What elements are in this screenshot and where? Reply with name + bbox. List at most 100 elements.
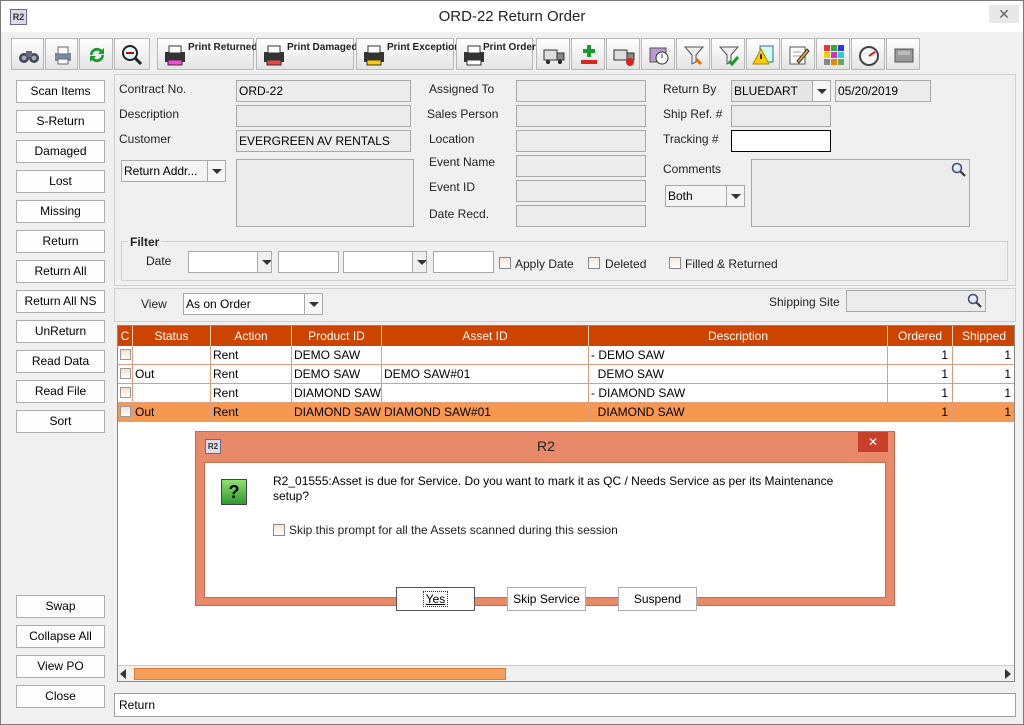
date-recd-field[interactable]	[516, 205, 646, 227]
grid-button[interactable]	[816, 38, 850, 70]
table-row[interactable]: Out Rent DEMO SAW DEMO SAW#01 DEMO SAW 1 1	[118, 365, 1014, 384]
side-button-swap[interactable]: Swap	[16, 595, 105, 618]
return-by-select[interactable]: BLUEDART	[731, 80, 831, 102]
clock-button[interactable]	[641, 38, 675, 70]
column-header[interactable]: C	[118, 326, 133, 346]
refresh-button[interactable]	[79, 38, 113, 70]
scroll-right-icon[interactable]	[1005, 669, 1011, 679]
tracking-field[interactable]	[731, 130, 831, 152]
side-button-close[interactable]: Close	[16, 685, 105, 708]
deleted-checkbox[interactable]	[588, 257, 600, 269]
date-from-select[interactable]	[188, 251, 272, 273]
ship-ref-field[interactable]	[731, 105, 831, 127]
side-button-sort[interactable]: Sort	[16, 410, 105, 433]
return-by-date-field[interactable]: 05/20/2019	[835, 80, 931, 102]
column-header[interactable]: Shipped	[953, 326, 1014, 346]
print-order-list-button[interactable]: Print Order List	[456, 38, 556, 70]
cell-desc: DIAMOND SAW	[589, 403, 888, 422]
row-checkbox[interactable]	[120, 387, 131, 398]
zoom-button[interactable]	[114, 38, 150, 70]
customer-field[interactable]: EVERGREEN AV RENTALS	[236, 130, 411, 152]
location-label: Location	[429, 132, 475, 146]
filter-check-button[interactable]	[711, 38, 745, 70]
return-address-box[interactable]	[236, 159, 414, 227]
dialog-close-button[interactable]: ✕	[858, 432, 888, 452]
table-row[interactable]: Out Rent DIAMOND SAW DIAMOND SAW#01 DIAMOND…	[118, 403, 1014, 422]
column-header[interactable]: Status	[133, 326, 211, 346]
table-row[interactable]: Rent DEMO SAW - DEMO SAW 1 1	[118, 346, 1014, 365]
sales-person-field[interactable]	[516, 105, 646, 127]
side-button-return-all[interactable]: Return All	[16, 260, 105, 283]
skip-prompt-checkbox[interactable]	[273, 524, 285, 536]
comments-box[interactable]	[751, 159, 970, 227]
event-id-field[interactable]	[516, 180, 646, 202]
row-checkbox[interactable]	[120, 349, 131, 360]
time-to-field[interactable]	[433, 251, 494, 273]
view-select[interactable]: As on Order	[183, 293, 323, 315]
side-button-return-all-ns[interactable]: Return All NS	[16, 290, 105, 313]
dialog-message: R2_01555:Asset is due for Service. Do yo…	[273, 474, 834, 503]
contract-field[interactable]: ORD-22	[236, 80, 411, 102]
warning-button[interactable]	[746, 38, 780, 70]
suspend-button[interactable]: Suspend	[618, 587, 697, 611]
search-icon[interactable]	[951, 162, 967, 178]
apply-date-checkbox[interactable]	[499, 257, 511, 269]
gauge-button[interactable]	[851, 38, 885, 70]
side-button-scan-items[interactable]: Scan Items	[16, 80, 105, 103]
window-title: ORD-22 Return Order	[438, 8, 586, 25]
column-header[interactable]: Product ID	[292, 326, 382, 346]
scroll-thumb[interactable]	[134, 668, 506, 680]
date-to-select[interactable]	[343, 251, 427, 273]
truck-alert-button[interactable]	[606, 38, 640, 70]
comments-scope-select[interactable]: Both	[665, 185, 745, 207]
column-header[interactable]: Ordered	[888, 326, 953, 346]
funnel-button[interactable]	[676, 38, 710, 70]
side-button-read-data[interactable]: Read Data	[16, 350, 105, 373]
side-button-collapse-all[interactable]: Collapse All	[16, 625, 105, 648]
shipping-site-field[interactable]	[846, 290, 986, 312]
scroll-left-icon[interactable]	[120, 669, 126, 679]
table-row[interactable]: Rent DIAMOND SAW - DIAMOND SAW 1 1	[118, 384, 1014, 403]
event-name-field[interactable]	[516, 155, 646, 177]
column-header[interactable]: Description	[589, 326, 888, 346]
horizontal-scrollbar[interactable]	[118, 665, 1014, 681]
search-icon[interactable]	[967, 293, 983, 309]
side-button-unreturn[interactable]: UnReturn	[16, 320, 105, 343]
side-button-read-file[interactable]: Read File	[16, 380, 105, 403]
column-header[interactable]: Asset ID	[382, 326, 589, 346]
time-from-field[interactable]	[278, 251, 339, 273]
truck-button[interactable]	[536, 38, 570, 70]
row-checkbox-cell	[118, 384, 133, 403]
row-checkbox[interactable]	[120, 406, 131, 417]
add-remove-button[interactable]	[571, 38, 605, 70]
edit-button[interactable]	[781, 38, 815, 70]
print-exception-button[interactable]: Print Exception	[356, 38, 460, 70]
side-button-return[interactable]: Return	[16, 230, 105, 253]
side-button-view-po[interactable]: View PO	[16, 655, 105, 678]
assigned-to-field[interactable]	[516, 80, 646, 102]
side-button-s-return[interactable]: S-Return	[16, 110, 105, 133]
question-icon: ?	[221, 479, 247, 505]
binoculars-button[interactable]	[11, 38, 44, 70]
filled-returned-checkbox[interactable]	[669, 257, 681, 269]
location-field[interactable]	[516, 130, 646, 152]
side-button-damaged[interactable]: Damaged	[16, 140, 105, 163]
column-header[interactable]: Action	[211, 326, 292, 346]
filled-returned-label: Filled & Returned	[685, 257, 778, 271]
skip-service-button[interactable]: Skip Service	[507, 587, 586, 611]
cell-product: DIAMOND SAW	[292, 384, 382, 403]
side-button-lost[interactable]: Lost	[16, 170, 105, 193]
row-checkbox[interactable]	[120, 368, 131, 379]
return-address-select[interactable]: Return Addr...	[121, 160, 226, 182]
description-field[interactable]	[236, 105, 411, 127]
side-button-missing[interactable]: Missing	[16, 200, 105, 223]
disk-button[interactable]	[886, 38, 920, 70]
print-returned-button[interactable]: Print Returned	[157, 38, 257, 70]
return-by-value: BLUEDART	[734, 84, 798, 98]
window-close-button[interactable]: ✕	[989, 5, 1019, 23]
print-button[interactable]	[45, 38, 78, 70]
yes-button[interactable]: Yes	[396, 587, 475, 611]
sales-person-label: Sales Person	[427, 107, 499, 121]
yes-button-label: Yes	[422, 591, 449, 607]
print-damaged-button[interactable]: Print Damaged	[256, 38, 358, 70]
